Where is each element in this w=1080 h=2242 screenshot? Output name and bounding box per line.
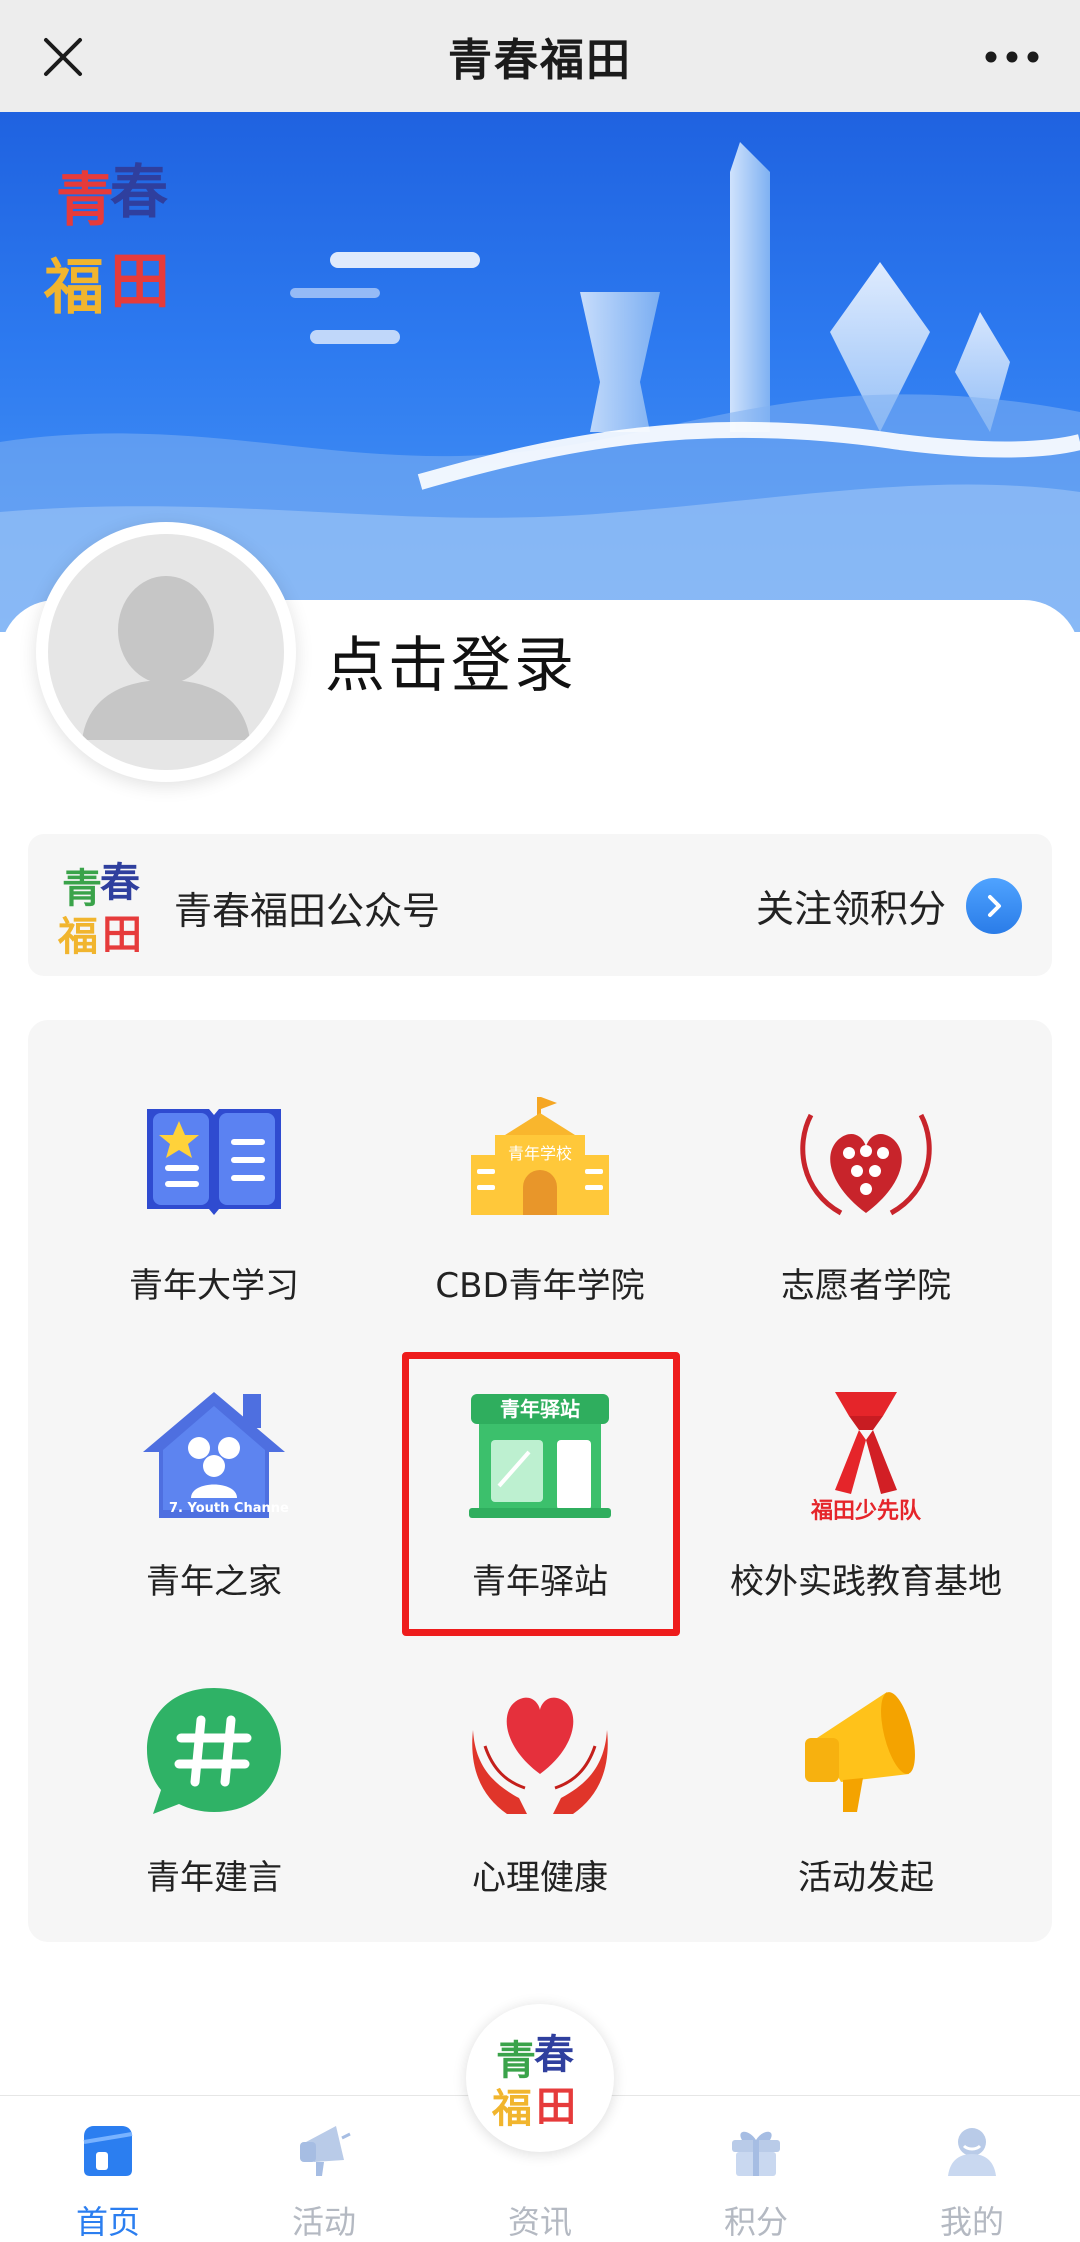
chevron-right-icon[interactable]: [966, 878, 1022, 934]
grid-item-youth-study[interactable]: 青年大学习: [54, 1020, 374, 1310]
svg-text:福: 福: [57, 914, 98, 956]
home-icon: [73, 2116, 143, 2183]
more-icon: [985, 51, 1039, 63]
news-center-button[interactable]: 青 春 福 田: [466, 2004, 614, 2152]
svg-text:青: 青: [496, 2038, 536, 2084]
tab-label: 资讯: [507, 2203, 572, 2241]
close-button[interactable]: [28, 22, 98, 92]
grid-item-label: 校外实践教育基地: [730, 1562, 1002, 1602]
school-icon: 青年学校: [465, 1090, 615, 1230]
official-account-name: 青春福田公众号: [174, 889, 441, 933]
svg-text:春: 春: [100, 860, 140, 906]
avatar[interactable]: [36, 522, 296, 782]
more-button[interactable]: [972, 22, 1052, 92]
tab-label: 我的: [939, 2203, 1004, 2241]
logo-icon: 青 春 福 田: [491, 2032, 576, 2128]
book-icon: [139, 1090, 289, 1230]
grid-item-youth-home[interactable]: 7. Youth Channe 青年之家: [54, 1316, 374, 1606]
follow-reward-label: 关注领积分: [755, 887, 946, 931]
grid-item-label: 青年大学习: [129, 1266, 299, 1306]
gift-icon: [721, 2116, 791, 2183]
svg-text:福: 福: [491, 2086, 532, 2128]
user-silhouette-icon: [82, 576, 250, 740]
tab-label: 积分: [723, 2203, 788, 2241]
tab-home[interactable]: 首页: [0, 2096, 216, 2242]
close-icon: [44, 38, 82, 76]
volunteer-icon: [791, 1090, 941, 1230]
svg-text:春: 春: [534, 2032, 574, 2078]
tab-mine[interactable]: 我的: [864, 2096, 1080, 2242]
grid-item-label: 青年之家: [146, 1562, 282, 1602]
svg-text:福: 福: [43, 253, 104, 323]
svg-text:田: 田: [102, 912, 142, 956]
heart-hands-icon: [465, 1682, 615, 1822]
school-sign: 青年学校: [508, 1144, 572, 1163]
grid-item-youth-suggestion[interactable]: 青年建言: [54, 1612, 374, 1902]
page: 青春福田 青 春 福 田 点击登录 青 春 福 田 青春福田公众号 关注领积分 …: [0, 0, 1080, 2242]
grid-item-label: 心理健康: [472, 1858, 608, 1898]
grid-item-label: CBD青年学院: [435, 1266, 645, 1306]
svg-text:田: 田: [536, 2084, 576, 2128]
tab-label: 首页: [75, 2203, 140, 2241]
hashtag-icon: [139, 1682, 289, 1822]
qingchun-futian-logo: 青 春 福 田: [57, 860, 142, 956]
tab-label: 活动: [291, 2203, 356, 2241]
tab-activity[interactable]: 活动: [216, 2096, 432, 2242]
highlight-box: [402, 1352, 680, 1636]
grid-item-volunteer-academy[interactable]: 志愿者学院: [706, 1020, 1026, 1310]
avatar-placeholder: [48, 534, 284, 770]
grid-item-label: 活动发起: [798, 1858, 934, 1898]
user-icon: [937, 2116, 1007, 2183]
login-link[interactable]: 点击登录: [325, 617, 577, 704]
top-bar: 青春福田: [0, 0, 1080, 112]
grid-item-label: 青年建言: [146, 1858, 282, 1898]
grid-item-cbd-academy[interactable]: 青年学校 CBD青年学院: [380, 1020, 700, 1310]
grid-item-mental-health[interactable]: 心理健康: [380, 1612, 700, 1902]
megaphone-icon: [791, 1682, 941, 1822]
svg-text:春: 春: [110, 158, 168, 226]
megaphone-icon: [289, 2116, 359, 2183]
grid-item-practice-base[interactable]: 福田少先队 校外实践教育基地: [706, 1316, 1026, 1606]
grid-item-start-activity[interactable]: 活动发起: [706, 1612, 1026, 1902]
house-caption: 7. Youth Channe: [169, 1501, 289, 1516]
tab-points[interactable]: 积分: [648, 2096, 864, 2242]
official-account-row[interactable]: 青 春 福 田 青春福田公众号 关注领积分: [28, 834, 1052, 976]
scarf-icon: 福田少先队: [791, 1386, 941, 1526]
page-title: 青春福田: [448, 35, 632, 86]
qingchun-futian-logo: 青 春 福 田: [43, 158, 170, 323]
svg-text:青: 青: [62, 866, 102, 912]
svg-text:田: 田: [110, 247, 170, 317]
svg-text:青: 青: [56, 166, 114, 234]
scarf-caption: 福田少先队: [810, 1499, 922, 1524]
grid-item-label: 志愿者学院: [781, 1266, 951, 1306]
house-icon: 7. Youth Channe: [139, 1386, 289, 1526]
